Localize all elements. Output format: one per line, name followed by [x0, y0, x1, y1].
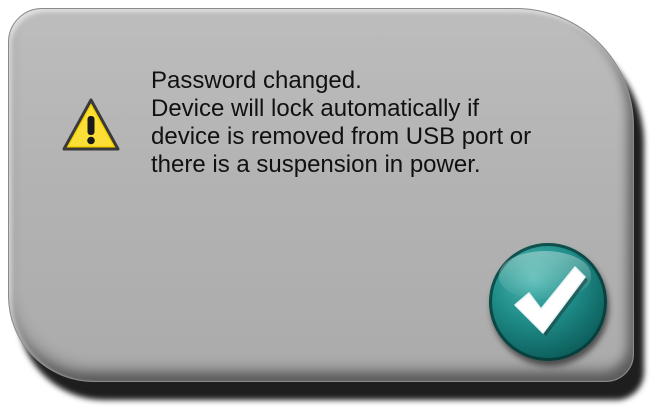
stage: Password changed. Device will lock autom…: [0, 0, 660, 412]
warning-icon: [62, 98, 120, 151]
ok-button[interactable]: [489, 243, 607, 361]
message-line-3: device is removed from USB port or: [151, 123, 532, 150]
message-text: Password changed. Device will lock autom…: [151, 67, 621, 179]
message-line-1: Password changed.: [151, 67, 362, 94]
message-line-2: Device will lock automatically if: [151, 95, 480, 122]
message-line-4: there is a suspension in power.: [151, 151, 481, 178]
password-changed-dialog: Password changed. Device will lock autom…: [8, 8, 634, 382]
check-icon: [514, 266, 588, 336]
